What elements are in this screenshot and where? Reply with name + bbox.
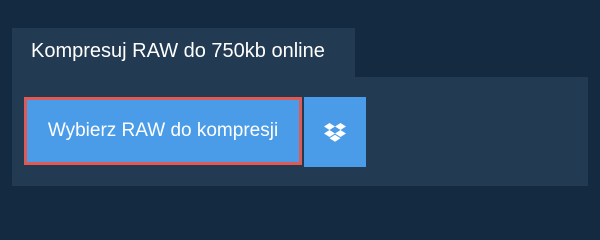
choose-raw-file-label: Wybierz RAW do kompresji: [47, 120, 279, 141]
tab-title-text: Kompresuj RAW do 750kb online: [31, 40, 325, 62]
page-tab-title: Kompresuj RAW do 750kb online: [12, 28, 355, 77]
dropbox-icon: [324, 122, 346, 142]
upload-panel: Wybierz RAW do kompresji: [12, 77, 588, 186]
dropbox-button[interactable]: [304, 97, 366, 167]
choose-raw-file-button[interactable]: Wybierz RAW do kompresji: [24, 97, 302, 165]
